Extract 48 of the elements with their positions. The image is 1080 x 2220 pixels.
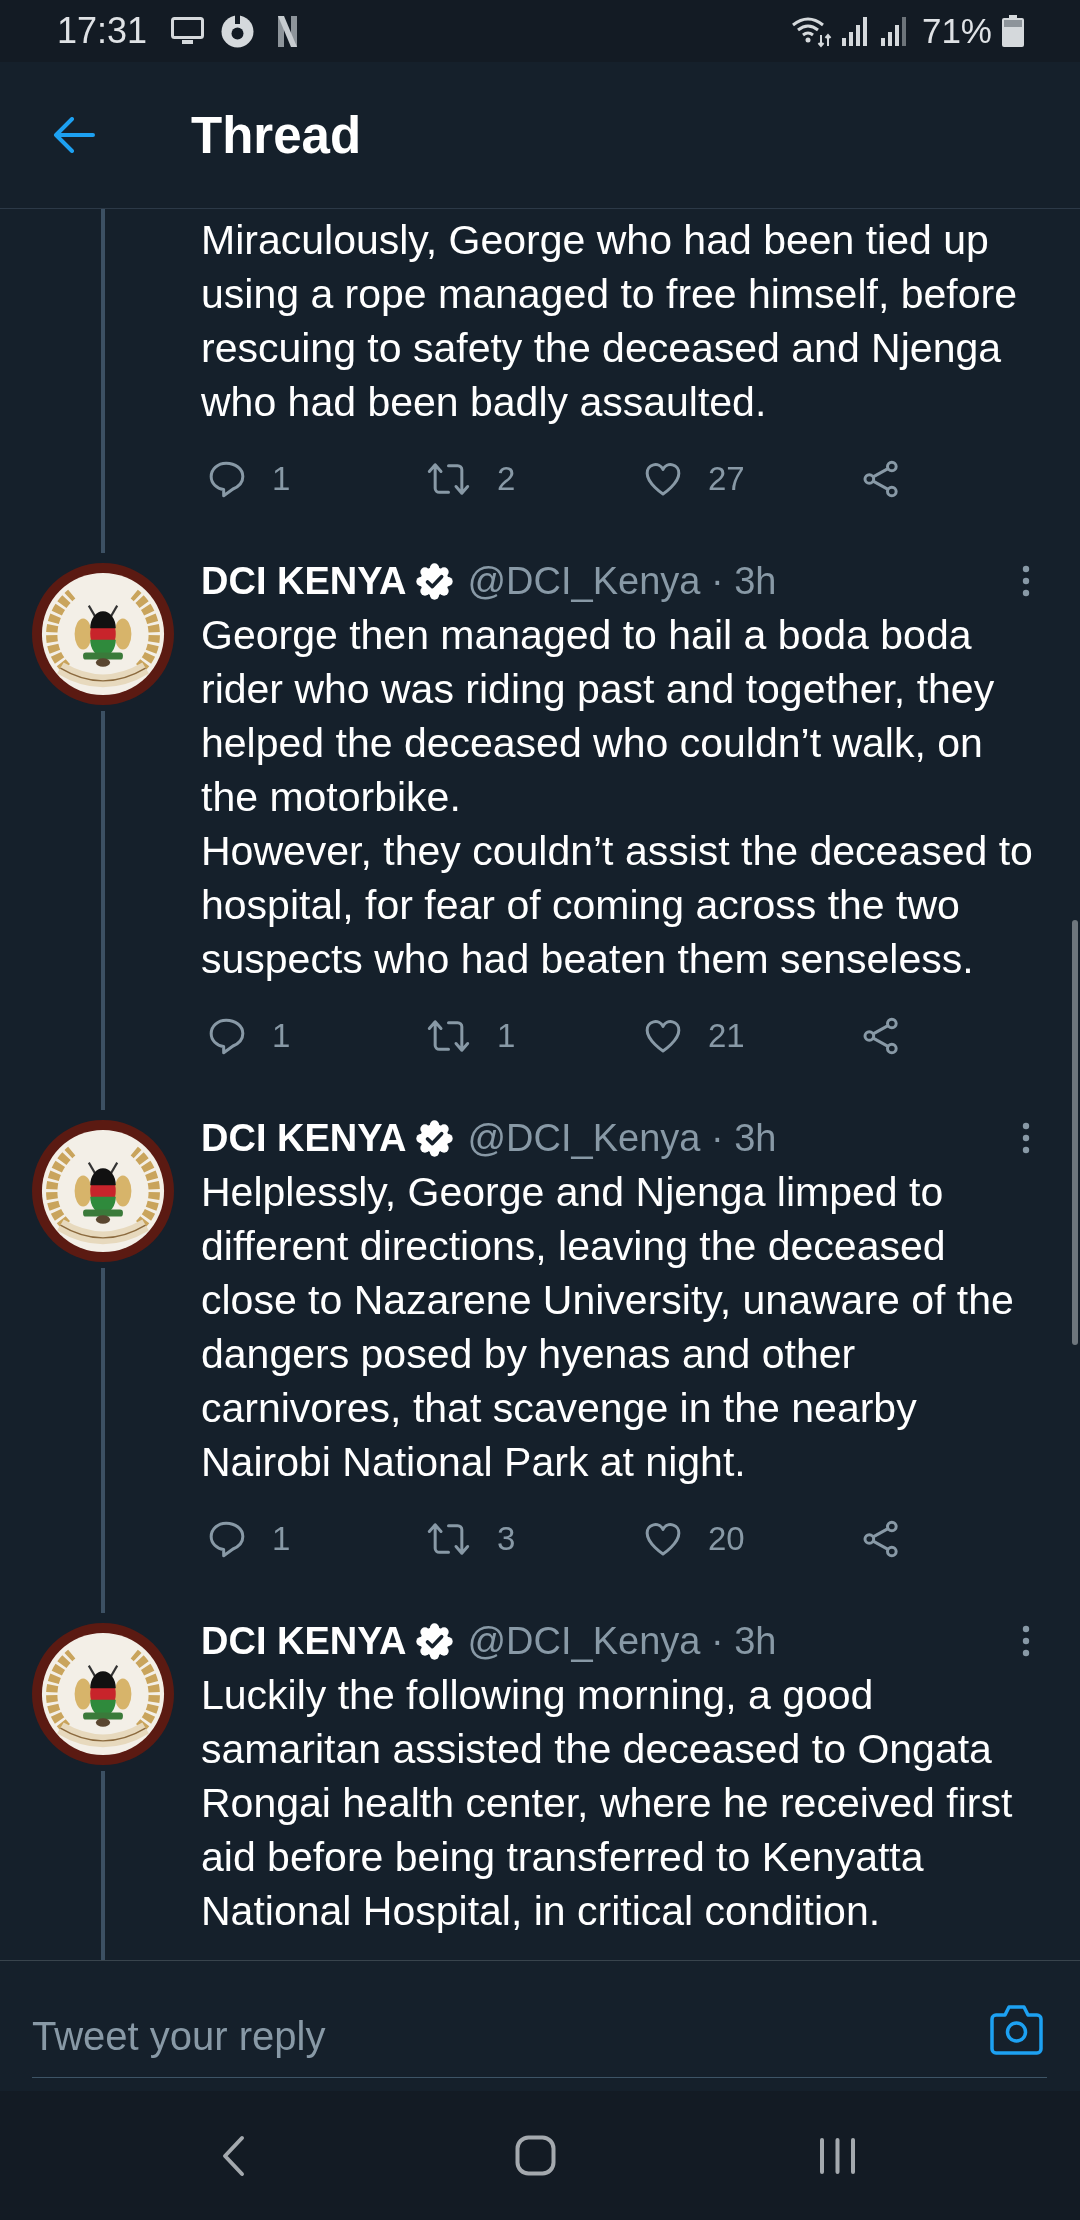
tweet-text: However, they couldn’t assist the deceased to hospital, for fear of coming across the two suspects who had beaten them senseless. (201, 827, 1034, 984)
share-icon[interactable] (861, 1519, 901, 1559)
tweet-text: Miraculously, George who had been tied up using a rope managed to free himself, before rescuing to safety the deceased and Njenga who had been badly assaulted. (201, 216, 1018, 427)
status-time: 17:31 (57, 11, 148, 51)
back-icon[interactable] (220, 2134, 246, 2177)
retweet-button[interactable]: 2 (425, 449, 516, 509)
battery-percentage: 71% (921, 11, 992, 51)
monitor-icon (171, 17, 205, 45)
retweet-button[interactable]: 1 (425, 1006, 516, 1066)
page-title: Thread (191, 105, 362, 165)
retweet-button[interactable]: 3 (425, 1509, 516, 1569)
speech-bubble-icon[interactable] (207, 459, 247, 499)
reply-button[interactable]: 1 (207, 449, 291, 509)
reply-button[interactable]: 1 (207, 1006, 291, 1066)
more-options-icon[interactable] (1020, 1625, 1032, 1657)
author-handle-time: @DCI_Kenya · 3h (467, 1619, 777, 1663)
recent-apps-icon[interactable] (818, 2136, 856, 2175)
author-handle-time: @DCI_Kenya · 3h (467, 559, 777, 603)
author-name[interactable]: DCI KENYA (201, 1619, 407, 1663)
crest-avatar[interactable] (31, 1120, 174, 1262)
signal-icon (840, 16, 868, 46)
battery-icon (1002, 15, 1024, 47)
camera-icon[interactable] (990, 2003, 1043, 2055)
like-button[interactable]: 21 (643, 1006, 745, 1066)
share-icon[interactable] (861, 1016, 901, 1056)
speech-bubble-icon[interactable] (207, 1519, 247, 1559)
disc-icon (221, 14, 255, 48)
more-options-icon[interactable] (1020, 1122, 1032, 1154)
speech-bubble-icon[interactable] (207, 1016, 247, 1056)
tweet-text: George then managed to hail a boda boda rider who was riding past and together, they helped the deceased who couldn’t walk, on the motorbike. (201, 611, 996, 822)
scrollbar[interactable] (1072, 920, 1078, 1345)
app-logo-icon (278, 15, 298, 47)
like-button[interactable]: 27 (643, 449, 745, 509)
reply-field[interactable]: Tweet your reply (32, 1995, 1047, 2078)
author-name[interactable]: DCI KENYA (201, 1116, 407, 1160)
reply-button[interactable]: 1 (207, 1509, 291, 1569)
crest-avatar[interactable] (31, 563, 174, 705)
back-icon[interactable] (53, 117, 95, 153)
crest-avatar[interactable] (31, 1623, 174, 1765)
more-options-icon[interactable] (1020, 565, 1032, 597)
like-button[interactable]: 20 (643, 1509, 745, 1569)
tweet-text: Luckily the following morning, a good samaritan assisted the deceased to Ongata Rongai health center, where he received first aid before being transferred to Kenyatta National Hospital, in critical condition. (201, 1671, 1014, 1936)
signal-icon (879, 16, 907, 46)
author-handle-time: @DCI_Kenya · 3h (467, 1116, 777, 1160)
author-name[interactable]: DCI KENYA (201, 559, 407, 603)
home-icon[interactable] (514, 2135, 556, 2176)
tweet-text: Helplessly, George and Njenga limped to different directions, leaving the deceased close to Nazarene University, unaware of the dangers posed by hyenas and other carnivores, that scavenge in the nearby Nairobi National Park at night. (201, 1168, 1015, 1487)
share-icon[interactable] (861, 459, 901, 499)
